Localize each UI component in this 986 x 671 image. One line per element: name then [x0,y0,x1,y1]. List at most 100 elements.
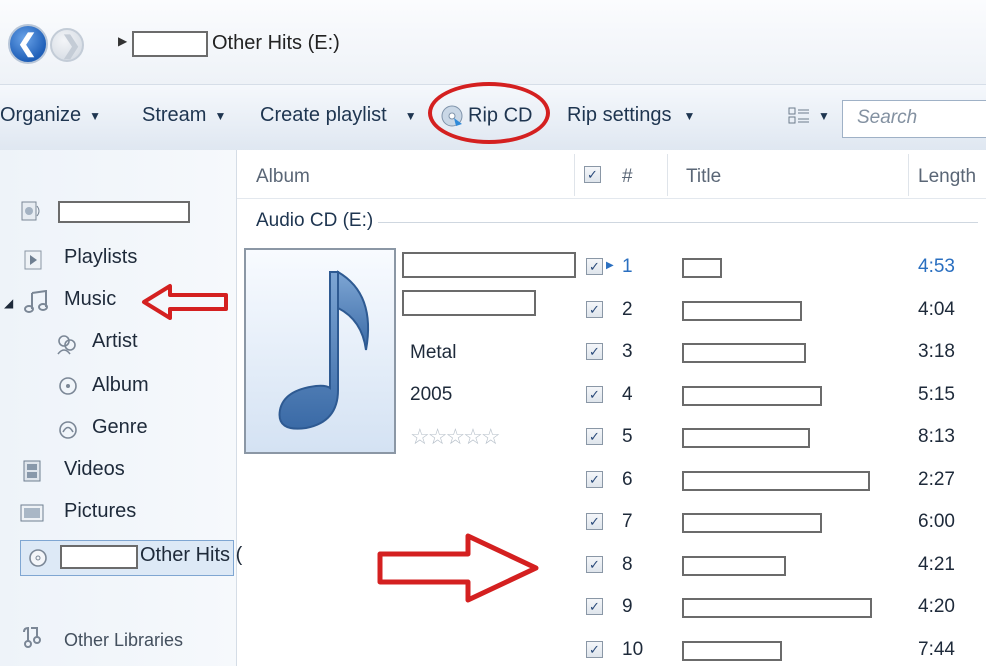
videos-icon [23,460,41,482]
redacted-track-title [682,258,722,278]
track-number: 2 [622,299,633,320]
column-header-number[interactable]: # [622,166,633,188]
sidebar-item-genre[interactable]: Genre [92,416,148,439]
other-libraries-icon [23,626,41,648]
track-number: 6 [622,469,633,490]
pictures-icon [20,504,44,522]
album-genre[interactable]: Metal [410,342,456,364]
track-number: 4 [622,384,633,405]
music-pointer-arrow [142,284,228,320]
breadcrumb-chevron-icon[interactable]: ▶ [118,34,127,48]
library-icon [21,201,40,221]
back-arrow-icon: ❮ [17,30,38,57]
track-number: 3 [622,341,633,362]
redacted-track-title [682,513,822,533]
navigation-pane [0,150,237,666]
track-checkbox[interactable]: ✓ [586,641,603,658]
music-note-icon [24,290,48,313]
view-options-button[interactable]: ▼ [788,104,830,127]
column-header-title[interactable]: Title [686,166,721,188]
track-number: 7 [622,511,633,532]
redacted-album-title [402,252,576,278]
track-length: 5:15 [918,384,955,405]
artist-icon [57,335,76,355]
create-playlist-label: Create playlist [260,104,387,126]
rip-settings-menu[interactable]: Rip settings ▼ [567,104,695,127]
track-checkbox[interactable]: ✓ [586,471,603,488]
redacted-track-title [682,556,786,576]
track-length: 3:18 [918,341,955,362]
sidebar-item-cd-label: Other Hits ( [140,544,243,566]
track-number: 9 [622,596,633,617]
breadcrumb-drive[interactable]: Other Hits (E:) [212,32,340,55]
redacted-track-title [682,641,782,661]
music-note-large-icon [278,270,370,430]
track-checkbox[interactable]: ✓ [586,386,603,403]
chevron-down-icon: ▼ [404,108,417,123]
column-header-bar [237,150,986,199]
redacted-track-title [682,428,810,448]
rating-stars[interactable]: ☆☆☆☆☆ [410,424,501,450]
track-length: 4:21 [918,554,955,575]
album-art[interactable] [244,248,396,454]
now-playing-icon: ▶ [606,260,614,271]
track-length: 2:27 [918,469,955,490]
chevron-down-icon: ▼ [683,108,696,123]
track-checkbox[interactable]: ✓ [586,301,603,318]
track-checkbox[interactable]: ✓ [586,343,603,360]
stream-menu[interactable]: Stream ▼ [142,104,226,127]
sidebar-item-playlists[interactable]: Playlists [64,246,137,269]
sidebar-item-videos[interactable]: Videos [64,458,125,481]
column-header-length[interactable]: Length [918,166,976,188]
track-length: 4:20 [918,596,955,617]
group-label: Audio CD (E:) [256,210,374,231]
chevron-down-icon: ▼ [214,108,227,123]
track-checkbox[interactable]: ✓ [586,598,603,615]
organize-label: Organize [0,104,82,126]
track-number: 10 [622,639,644,660]
column-separator [667,154,668,196]
column-separator [574,154,575,196]
stream-label: Stream [142,104,207,126]
track-number: 1 [622,256,633,277]
redacted-user-library [58,201,190,223]
column-header-album[interactable]: Album [256,166,310,188]
create-playlist-menu[interactable]: Create playlist ▼ [260,104,417,127]
search-input[interactable]: Search [842,100,986,138]
album-icon [59,377,77,395]
track-length: 8:13 [918,426,955,447]
chevron-down-icon: ▼ [89,108,102,123]
chevron-down-icon: ▼ [818,108,830,123]
organize-menu[interactable]: Organize ▼ [0,104,101,127]
track-checkbox[interactable]: ✓ [586,513,603,530]
genre-icon [59,421,77,439]
forward-button[interactable]: ❯ [50,28,84,62]
view-options-icon [788,107,809,124]
sidebar-item-album[interactable]: Album [92,374,149,397]
track-length: 6:00 [918,511,955,532]
expand-triangle-icon[interactable]: ◢ [4,296,13,310]
track-length: 4:53 [918,256,955,277]
redacted-track-title [682,301,802,321]
sidebar-item-other-libraries[interactable]: Other Libraries [64,630,183,651]
track-checkbox[interactable]: ✓ [586,258,603,275]
track-length: 4:04 [918,299,955,320]
rip-cd-highlight-circle [428,82,550,144]
forward-arrow-icon: ❯ [61,32,82,59]
redacted-cd-artist [60,545,138,569]
sidebar-item-artist[interactable]: Artist [92,330,138,353]
album-year[interactable]: 2005 [410,384,452,406]
track-checkbox[interactable]: ✓ [586,428,603,445]
sidebar-item-pictures[interactable]: Pictures [64,500,136,523]
cd-icon [29,549,47,567]
redacted-track-title [682,471,870,491]
track-checkbox[interactable]: ✓ [586,556,603,573]
group-divider [378,222,978,223]
redacted-track-title [682,343,806,363]
select-all-checkbox[interactable]: ✓ [584,166,601,183]
redacted-track-title [682,598,872,618]
back-button[interactable]: ❮ [8,24,48,64]
sidebar-item-music[interactable]: Music [64,288,116,311]
search-placeholder: Search [857,107,918,128]
playlists-icon [24,250,42,270]
